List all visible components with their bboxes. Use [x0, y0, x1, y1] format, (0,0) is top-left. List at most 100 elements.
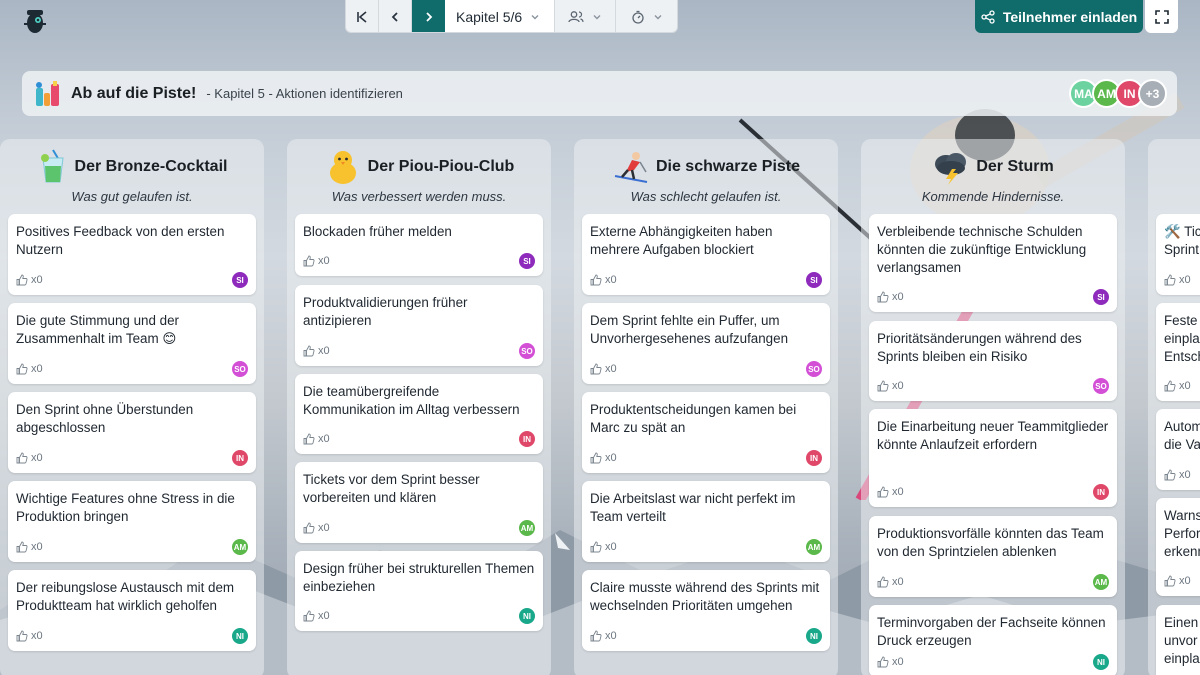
- board-subtitle: - Kapitel 5 - Aktionen identifizieren: [206, 86, 403, 101]
- previous-chapter-button[interactable]: [379, 0, 412, 32]
- card[interactable]: Positives Feedback von den ersten Nutzer…: [8, 214, 256, 295]
- card[interactable]: 🛠️ Tic Sprint x0: [1156, 214, 1200, 295]
- like-button[interactable]: x0: [16, 541, 43, 553]
- card[interactable]: Die gute Stimmung und der Zusammenhalt i…: [8, 303, 256, 384]
- card[interactable]: Den Sprint ohne Überstunden abgeschlosse…: [8, 392, 256, 473]
- like-button[interactable]: x0: [1164, 380, 1191, 392]
- thumbs-up-icon: [16, 363, 28, 375]
- like-count: x0: [892, 486, 904, 498]
- card[interactable]: Autom die Va x0: [1156, 409, 1200, 490]
- like-button[interactable]: x0: [303, 345, 330, 357]
- like-button[interactable]: x0: [590, 452, 617, 464]
- like-button[interactable]: x0: [16, 274, 43, 286]
- card-text: 🛠️ Tic: [1164, 224, 1200, 239]
- card[interactable]: Design früher bei strukturellen Themen e…: [295, 551, 543, 631]
- thumbs-up-icon: [877, 486, 889, 498]
- card[interactable]: Produktentscheidungen kamen bei Marc zu …: [582, 392, 830, 473]
- top-toolbar: Kapitel 5/6 Teilnehmer einladen: [0, 0, 1200, 34]
- column-sturm: Der Sturm Kommende Hindernisse. Verbleib…: [861, 139, 1125, 675]
- card[interactable]: Externe Abhängigkeiten haben mehrere Auf…: [582, 214, 830, 295]
- card[interactable]: Produktvalidierungen früher antizipieren…: [295, 285, 543, 366]
- first-chapter-button[interactable]: [346, 0, 379, 32]
- more-participants-badge[interactable]: +3: [1138, 79, 1167, 108]
- card[interactable]: Die Einarbeitung neuer Teammitglieder kö…: [869, 409, 1117, 507]
- like-button[interactable]: x0: [1164, 274, 1191, 286]
- author-avatar: IN: [806, 450, 822, 466]
- chevron-down-icon: [531, 14, 539, 19]
- card[interactable]: Der reibungslose Austausch mit dem Produ…: [8, 570, 256, 651]
- card[interactable]: Claire musste während des Sprints mit we…: [582, 570, 830, 651]
- like-count: x0: [318, 522, 330, 534]
- like-button[interactable]: x0: [16, 630, 43, 642]
- card[interactable]: Blockaden früher melden x0 SI: [295, 214, 543, 276]
- card[interactable]: Einen unvor einpla: [1156, 605, 1200, 675]
- like-button[interactable]: x0: [590, 274, 617, 286]
- card[interactable]: Prioritätsänderungen während des Sprints…: [869, 321, 1117, 401]
- participants-dropdown[interactable]: [555, 0, 616, 32]
- card[interactable]: Warns Perfor erkenn x0: [1156, 498, 1200, 596]
- like-button[interactable]: x0: [590, 363, 617, 375]
- like-button[interactable]: x0: [303, 610, 330, 622]
- author-avatar: SI: [519, 253, 535, 269]
- like-button[interactable]: x0: [303, 433, 330, 445]
- author-avatar: SO: [1093, 378, 1109, 394]
- like-count: x0: [31, 541, 43, 553]
- like-button[interactable]: x0: [303, 522, 330, 534]
- like-button[interactable]: x0: [877, 656, 904, 668]
- card[interactable]: Verbleibende technische Schulden könnten…: [869, 214, 1117, 312]
- app-logo-icon[interactable]: [20, 6, 50, 36]
- author-avatar: AM: [806, 539, 822, 555]
- card-text: Feste: [1164, 313, 1198, 328]
- next-chapter-button[interactable]: [412, 0, 445, 32]
- board-title: Ab auf die Piste!: [71, 84, 197, 102]
- storm-cloud-icon: [935, 153, 967, 185]
- invite-label: Teilnehmer einladen: [1002, 8, 1138, 25]
- like-button[interactable]: x0: [877, 576, 904, 588]
- like-count: x0: [31, 452, 43, 464]
- thumbs-up-icon: [1164, 575, 1176, 587]
- column-bronze-cocktail: Der Bronze-Cocktail Was gut gelaufen ist…: [0, 139, 264, 675]
- participant-avatars[interactable]: MA AM IN +3: [1069, 79, 1167, 108]
- like-button[interactable]: x0: [590, 630, 617, 642]
- thumbs-up-icon: [1164, 469, 1176, 481]
- thumbs-up-icon: [590, 630, 602, 642]
- like-button[interactable]: x0: [590, 541, 617, 553]
- card-text-line: einpla: [1164, 331, 1200, 346]
- like-button[interactable]: x0: [877, 291, 904, 303]
- like-button[interactable]: x0: [877, 380, 904, 392]
- column-title: Der Sturm: [976, 158, 1054, 175]
- card[interactable]: Terminvorgaben der Fachseite können Druc…: [869, 605, 1117, 675]
- like-count: x0: [31, 630, 43, 642]
- like-count: x0: [1179, 380, 1191, 392]
- author-avatar: AM: [232, 539, 248, 555]
- card[interactable]: Die Arbeitslast war nicht perfekt im Tea…: [582, 481, 830, 562]
- card[interactable]: Produktionsvorfälle könnten das Team von…: [869, 516, 1117, 597]
- card[interactable]: Tickets vor dem Sprint besser vorbereite…: [295, 462, 543, 543]
- chevron-right-icon: [425, 11, 432, 22]
- like-button[interactable]: x0: [1164, 469, 1191, 481]
- like-button[interactable]: x0: [16, 363, 43, 375]
- card[interactable]: Die teamübergreifende Kommunikation im A…: [295, 374, 543, 454]
- card-text: Blockaden früher melden: [303, 224, 452, 239]
- invite-participants-button[interactable]: Teilnehmer einladen: [975, 0, 1143, 33]
- card[interactable]: Feste einpla Entsch x0: [1156, 303, 1200, 401]
- card-text-line: Entsch: [1164, 349, 1200, 364]
- like-button[interactable]: x0: [16, 452, 43, 464]
- thumbs-up-icon: [16, 452, 28, 464]
- thumbs-up-icon: [590, 274, 602, 286]
- timer-icon: [631, 10, 644, 24]
- card[interactable]: Wichtige Features ohne Stress in die Pro…: [8, 481, 256, 562]
- card[interactable]: Dem Sprint fehlte ein Puffer, um Unvorhe…: [582, 303, 830, 384]
- chapter-select[interactable]: Kapitel 5/6: [445, 0, 555, 32]
- like-count: x0: [605, 452, 617, 464]
- skip-back-icon: [357, 10, 367, 23]
- timer-dropdown[interactable]: [616, 0, 677, 32]
- like-count: x0: [605, 274, 617, 286]
- column-schwarze-piste: Die schwarze Piste Was schlecht gelaufen…: [574, 139, 838, 675]
- like-button[interactable]: x0: [877, 486, 904, 498]
- card-text: Den Sprint ohne Überstunden abgeschlosse…: [16, 402, 194, 435]
- author-avatar: IN: [519, 431, 535, 447]
- like-button[interactable]: x0: [1164, 575, 1191, 587]
- fullscreen-button[interactable]: [1145, 0, 1178, 33]
- like-button[interactable]: x0: [303, 255, 330, 267]
